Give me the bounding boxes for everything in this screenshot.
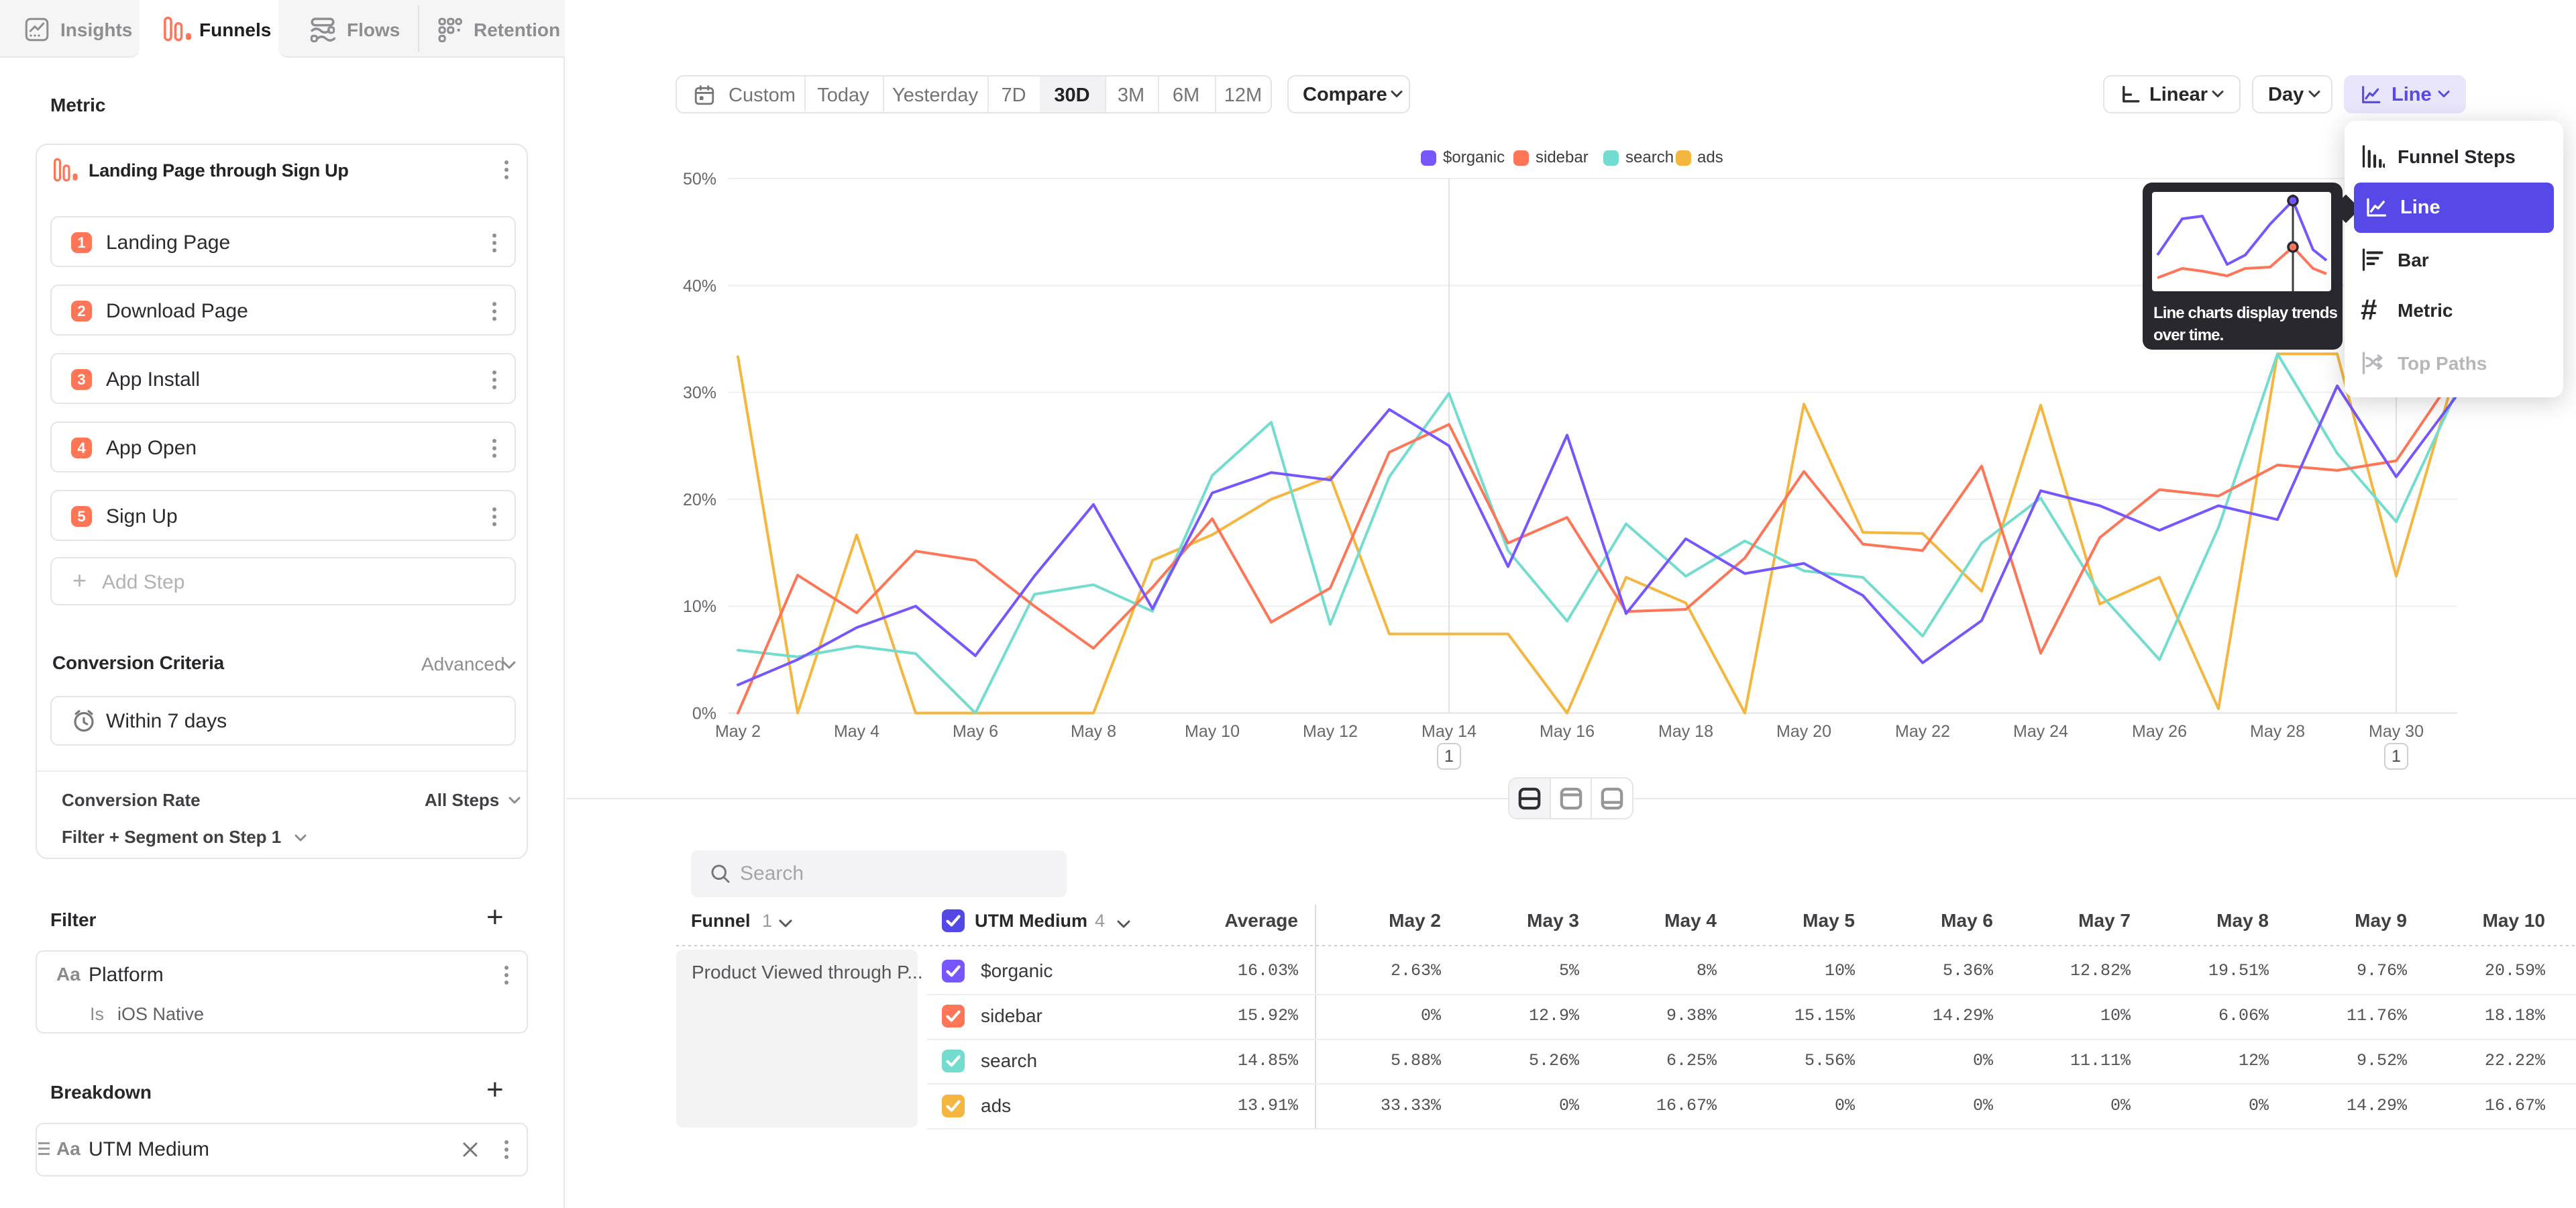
svg-text:30%: 30% xyxy=(683,384,716,403)
svg-text:10%: 10% xyxy=(683,597,716,616)
svg-text:May 18: May 18 xyxy=(1658,722,1713,741)
svg-text:50%: 50% xyxy=(683,170,716,189)
svg-text:0%: 0% xyxy=(692,705,716,723)
svg-text:May 26: May 26 xyxy=(2132,722,2187,741)
svg-text:May 12: May 12 xyxy=(1303,722,1358,741)
svg-text:40%: 40% xyxy=(683,276,716,295)
svg-text:20%: 20% xyxy=(683,491,716,509)
svg-text:May 4: May 4 xyxy=(834,722,879,741)
svg-text:May 20: May 20 xyxy=(1776,722,1831,741)
svg-text:May 8: May 8 xyxy=(1071,722,1116,741)
svg-text:May 2: May 2 xyxy=(715,722,761,741)
svg-text:May 6: May 6 xyxy=(953,722,998,741)
svg-text:May 10: May 10 xyxy=(1185,722,1240,741)
svg-text:May 22: May 22 xyxy=(1895,722,1950,741)
svg-text:May 30: May 30 xyxy=(2369,722,2424,741)
svg-text:1: 1 xyxy=(1444,747,1454,766)
svg-text:May 16: May 16 xyxy=(1540,722,1595,741)
svg-text:1: 1 xyxy=(2392,747,2401,766)
svg-text:May 24: May 24 xyxy=(2013,722,2068,741)
svg-text:May 28: May 28 xyxy=(2250,722,2305,741)
svg-text:May 14: May 14 xyxy=(1421,722,1477,741)
